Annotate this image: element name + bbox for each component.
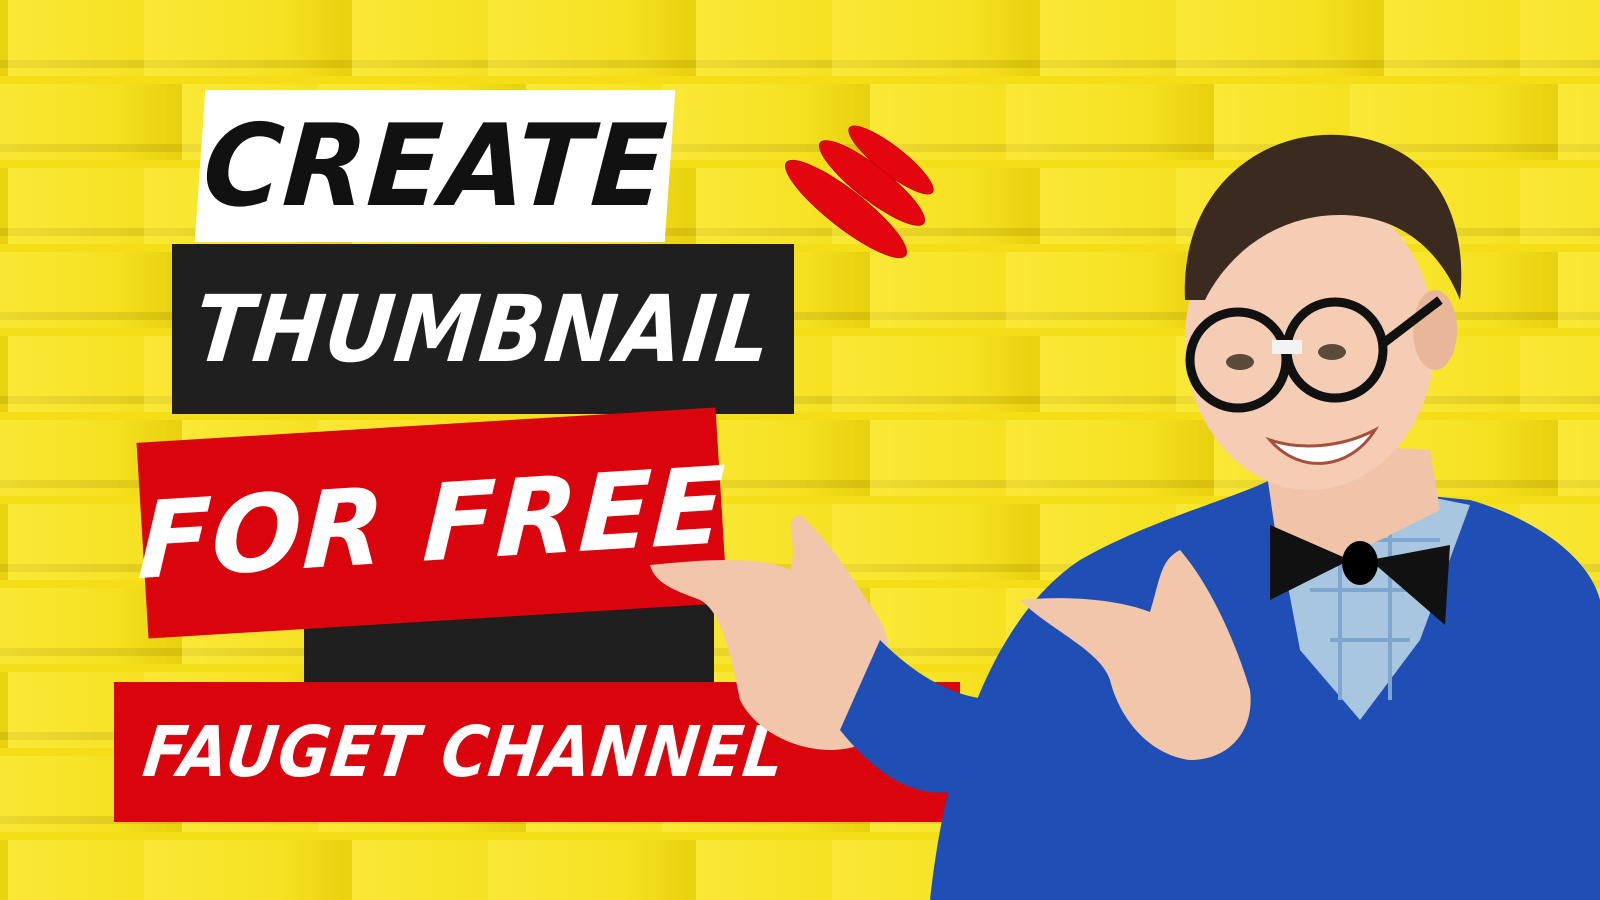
person-pointing-photo	[0, 0, 1600, 900]
thumbnail-canvas: CREATE THUMBNAIL FOR FREE FAUGET CHANNEL	[0, 0, 1600, 900]
blue-sweater	[930, 480, 1600, 900]
glasses-bridge-tape	[1272, 340, 1302, 354]
eye-left	[1226, 354, 1254, 370]
person-illustration	[650, 134, 1600, 900]
eye-right	[1318, 344, 1346, 360]
bow-tie-knot	[1342, 541, 1378, 585]
